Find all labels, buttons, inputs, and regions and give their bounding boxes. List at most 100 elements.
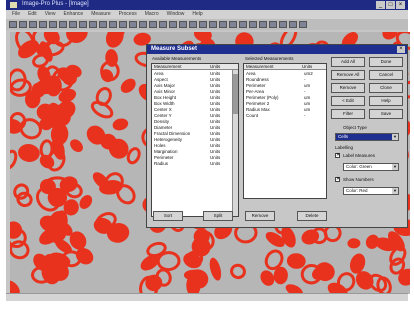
toolbar-button[interactable] xyxy=(49,21,57,28)
menu-enhance[interactable]: Enhance xyxy=(63,10,83,19)
sort-button[interactable]: Sort xyxy=(153,211,183,221)
toolbar-button[interactable] xyxy=(139,21,147,28)
toolbar-button[interactable] xyxy=(59,21,67,28)
dialog-title: Measure Subset xyxy=(151,46,198,52)
label-color-select[interactable]: Color: Green ▼ xyxy=(343,163,399,171)
object-type-value: Cells xyxy=(338,134,349,139)
toolbar-button[interactable] xyxy=(29,21,37,28)
toolbar-button[interactable] xyxy=(39,21,47,28)
save-button[interactable]: Save xyxy=(369,109,403,119)
menu-window[interactable]: Window xyxy=(167,10,185,19)
toolbar-button[interactable] xyxy=(89,21,97,28)
measure-subset-dialog: Measure Subset × Available Measurements … xyxy=(146,44,408,228)
toolbar-button[interactable] xyxy=(299,21,307,28)
done-button[interactable]: Done xyxy=(369,57,403,67)
available-header-measurement: Measurement xyxy=(154,64,182,69)
chevron-down-icon[interactable]: ▼ xyxy=(392,134,398,140)
selected-list[interactable]: Measurement Units Area um2 Roundness - Perim… xyxy=(243,63,327,199)
toolbar-button[interactable] xyxy=(279,21,287,28)
cell xyxy=(64,182,83,199)
close-icon[interactable]: × xyxy=(396,1,405,9)
toolbar-button[interactable] xyxy=(129,21,137,28)
label-measures-checkbox[interactable]: ✕ xyxy=(335,153,340,158)
clone-button[interactable]: Clone xyxy=(369,83,403,93)
toolbar-button[interactable] xyxy=(99,21,107,28)
chevron-down-icon[interactable]: ▼ xyxy=(392,164,398,170)
toolbar-button[interactable] xyxy=(269,21,277,28)
minimize-icon[interactable]: _ xyxy=(376,1,385,9)
available-label: Available Measurements xyxy=(152,56,202,61)
available-list[interactable]: Measurement Units Area Units Aspect Units Ax… xyxy=(151,63,239,217)
toolbar-button[interactable] xyxy=(69,21,77,28)
cell xyxy=(10,240,30,260)
remove-all-button[interactable]: Remove All xyxy=(331,70,365,80)
title-bar: Image-Pro Plus - [Image] _ □ × xyxy=(6,0,408,10)
remove-button[interactable]: Remove xyxy=(331,83,365,93)
object-type-select[interactable]: Cells ▼ xyxy=(335,133,399,141)
menu-file[interactable]: File xyxy=(12,10,20,19)
available-scrollbar[interactable] xyxy=(232,70,238,216)
toolbar-button[interactable] xyxy=(229,21,237,28)
cell xyxy=(95,87,112,106)
toolbar-button[interactable] xyxy=(289,21,297,28)
toolbar-button[interactable] xyxy=(209,21,217,28)
cell xyxy=(10,280,20,294)
toolbar-button[interactable] xyxy=(219,21,227,28)
toolbar-button[interactable] xyxy=(149,21,157,28)
menu-edit[interactable]: Edit xyxy=(28,10,37,19)
toolbar-button[interactable] xyxy=(19,21,27,28)
cell xyxy=(209,257,222,281)
menu-help[interactable]: Help xyxy=(192,10,202,19)
cell xyxy=(120,78,136,93)
dialog-close-icon[interactable]: × xyxy=(397,46,405,53)
menu-measure[interactable]: Measure xyxy=(91,10,110,19)
toolbar-button[interactable] xyxy=(249,21,257,28)
selected-row[interactable]: Count - xyxy=(244,113,326,119)
toolbar-button[interactable] xyxy=(199,21,207,28)
chevron-down-icon[interactable]: ▼ xyxy=(392,188,398,194)
remove-bottom-button[interactable]: Remove xyxy=(245,211,275,221)
maximize-icon[interactable]: □ xyxy=(386,1,395,9)
edit-button[interactable]: < Edit xyxy=(331,96,365,106)
toolbar-button[interactable] xyxy=(239,21,247,28)
help-button[interactable]: Help xyxy=(369,96,403,106)
toolbar-button[interactable] xyxy=(9,21,17,28)
cell xyxy=(260,270,275,286)
status-bar xyxy=(6,293,408,301)
filter-button[interactable]: Filter xyxy=(331,109,365,119)
toolbar-button[interactable] xyxy=(109,21,117,28)
delete-button[interactable]: Delete xyxy=(297,211,327,221)
dialog-title-bar: Measure Subset × xyxy=(147,45,407,54)
label-measures-label: Label Measures xyxy=(343,153,376,158)
menu-view[interactable]: View xyxy=(45,10,56,19)
toolbar-button[interactable] xyxy=(159,21,167,28)
toolbar-button[interactable] xyxy=(259,21,267,28)
cell xyxy=(70,139,83,153)
toolbar-button[interactable] xyxy=(179,21,187,28)
selected-header: Measurement Units xyxy=(244,64,326,70)
app-icon xyxy=(10,2,17,8)
add-all-button[interactable]: Add All xyxy=(331,57,365,67)
available-scroll-thumb[interactable] xyxy=(233,74,238,114)
toolbar-button[interactable] xyxy=(79,21,87,28)
toolbar-button[interactable] xyxy=(119,21,127,28)
object-type-label: Object Type xyxy=(343,125,367,130)
menu-macro[interactable]: Macro xyxy=(145,10,159,19)
cell xyxy=(10,149,18,170)
toolbar-button[interactable] xyxy=(189,21,197,28)
selected-header-measurement: Measurement xyxy=(246,64,274,69)
show-numbers-checkbox[interactable]: ✕ xyxy=(335,177,340,182)
number-color-select[interactable]: Color: Red ▼ xyxy=(343,187,399,195)
menu-process[interactable]: Process xyxy=(119,10,137,19)
labelling-label: Labelling xyxy=(335,145,354,150)
cell xyxy=(112,118,129,131)
toolbar-button[interactable] xyxy=(169,21,177,28)
selected-header-units: Units xyxy=(302,64,313,69)
cancel-button[interactable]: Cancel xyxy=(369,70,403,80)
cell xyxy=(230,263,246,280)
split-button[interactable]: Split xyxy=(203,211,233,221)
cell xyxy=(16,191,33,208)
available-row[interactable]: Radius Units xyxy=(152,161,238,167)
number-color-value: Color: Red xyxy=(346,188,368,193)
selected-row-name: Count xyxy=(246,113,259,118)
